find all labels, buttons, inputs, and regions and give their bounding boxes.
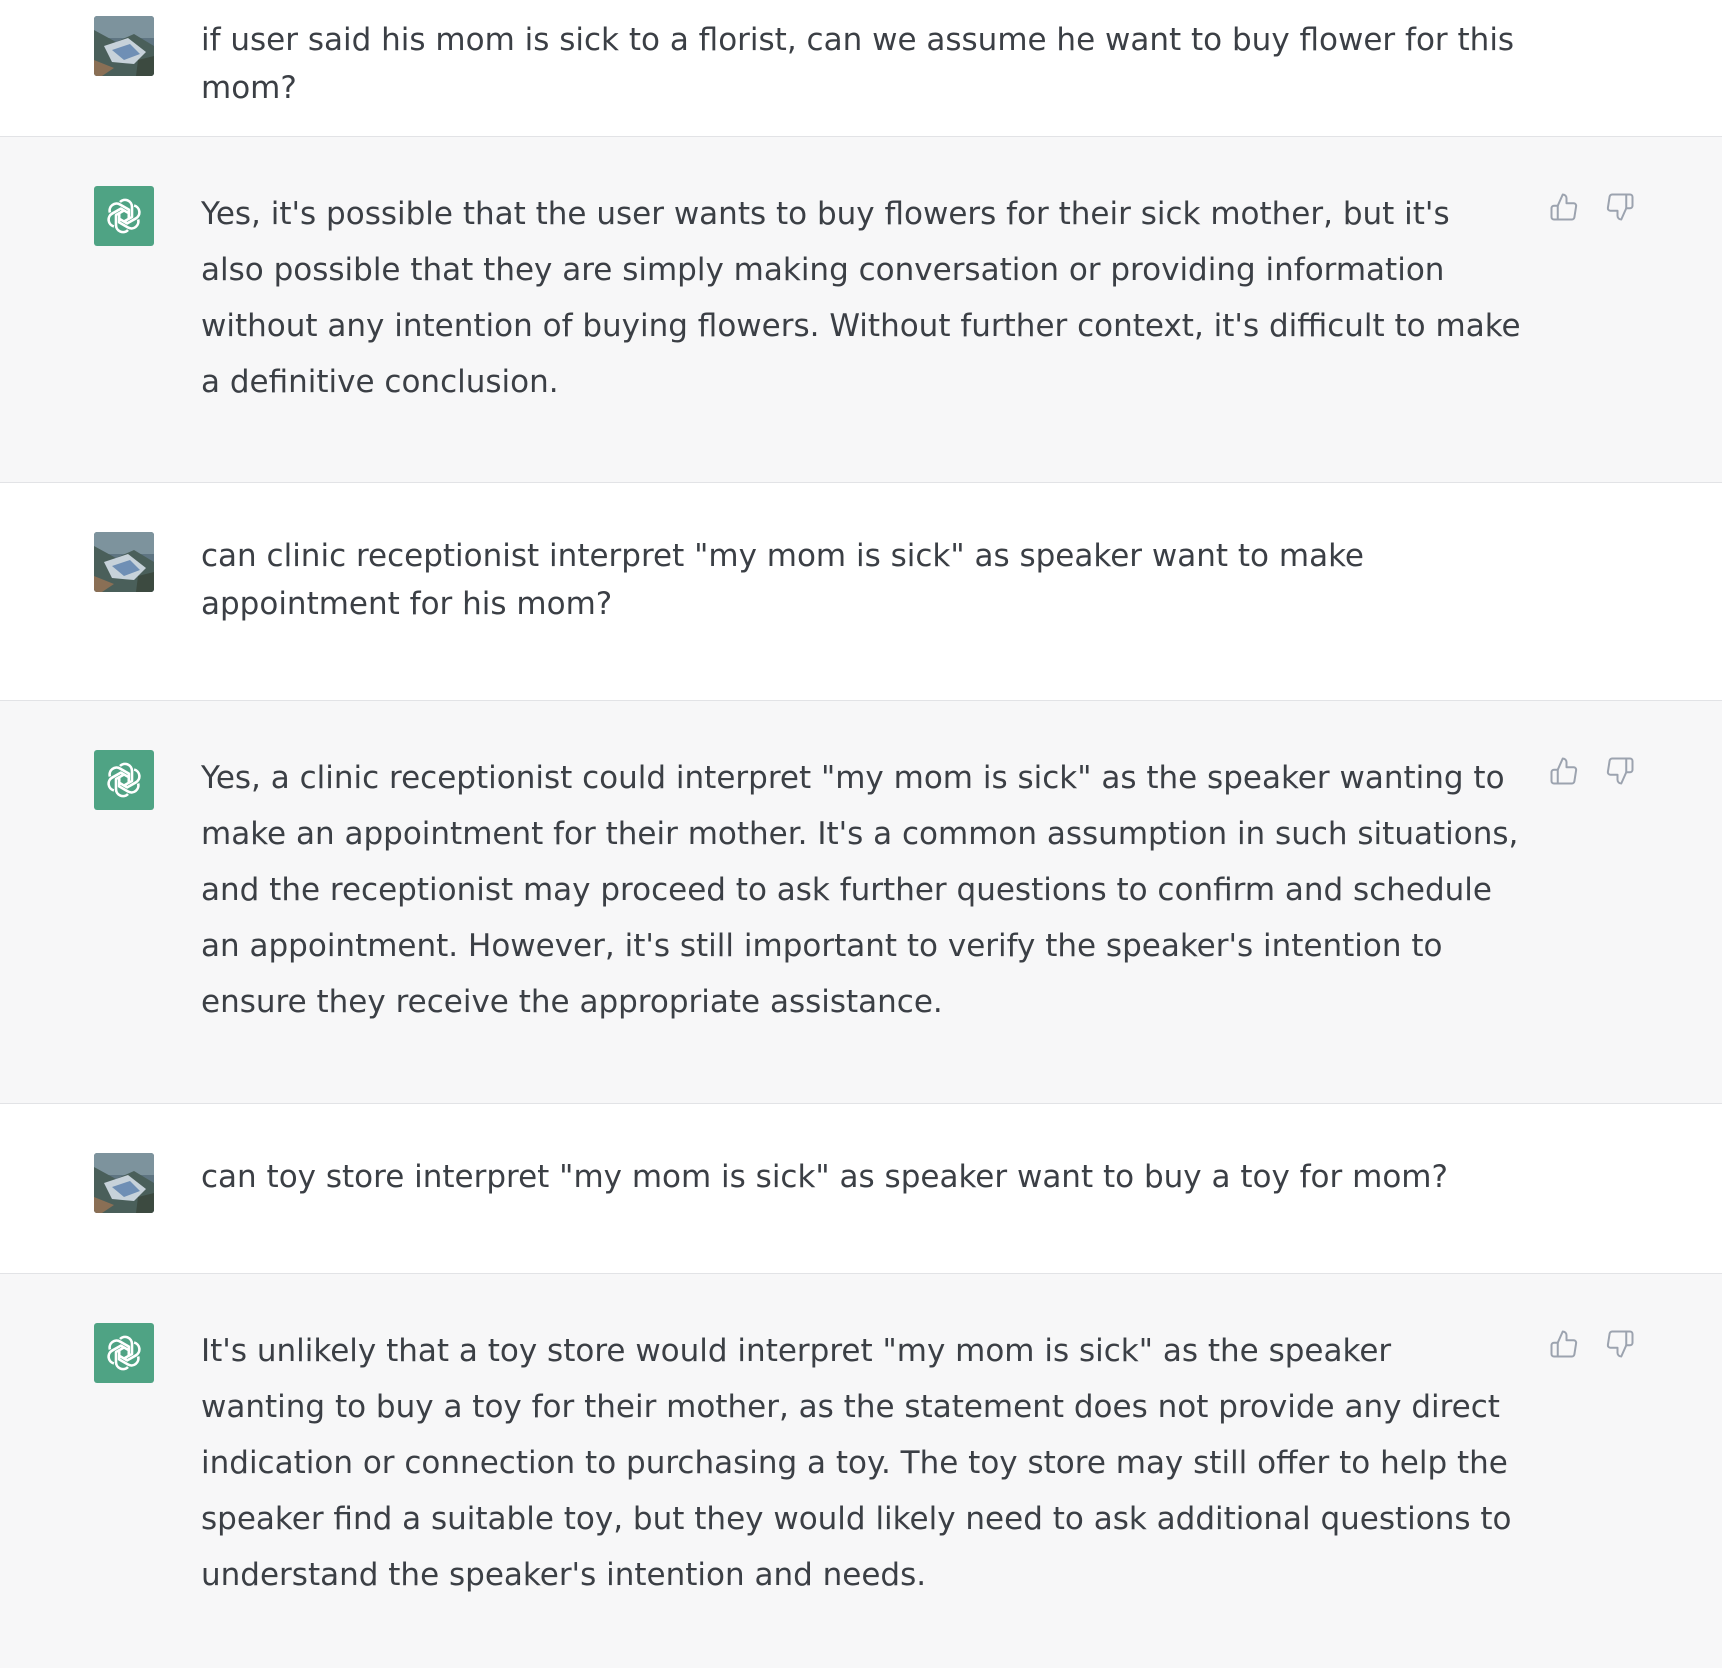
thumbs-up-button[interactable]: [1548, 1328, 1580, 1360]
thumbs-up-button[interactable]: [1548, 755, 1580, 787]
thumbs-up-icon: [1550, 193, 1578, 221]
chat-thread: if user said his mom is sick to a floris…: [0, 0, 1722, 1668]
user-avatar: [94, 1153, 154, 1213]
user-message-text: if user said his mom is sick to a floris…: [201, 22, 1515, 106]
thumbs-down-button[interactable]: [1604, 191, 1636, 223]
thumbs-up-icon: [1550, 757, 1578, 785]
thumbs-up-icon: [1550, 1330, 1578, 1358]
thumbs-up-button[interactable]: [1548, 191, 1580, 223]
thumbs-down-button[interactable]: [1604, 755, 1636, 787]
feedback-buttons: [1548, 1328, 1636, 1360]
assistant-message: It's unlikely that a toy store would int…: [0, 1274, 1722, 1668]
user-message-text: can toy store interpret "my mom is sick"…: [201, 1159, 1448, 1195]
user-avatar: [94, 16, 154, 76]
user-message-text: can clinic receptionist interpret "my mo…: [201, 538, 1364, 622]
assistant-avatar: [94, 186, 154, 246]
assistant-message: Yes, a clinic receptionist could interpr…: [0, 701, 1722, 1104]
assistant-avatar: [94, 1323, 154, 1383]
feedback-buttons: [1548, 755, 1636, 787]
user-message: can clinic receptionist interpret "my mo…: [0, 483, 1722, 701]
thumbs-down-icon: [1606, 1330, 1634, 1358]
openai-logo-icon: [107, 198, 141, 234]
thumbs-down-icon: [1606, 757, 1634, 785]
assistant-message-text: It's unlikely that a toy store would int…: [201, 1333, 1512, 1593]
user-avatar: [94, 532, 154, 592]
user-message: can toy store interpret "my mom is sick"…: [0, 1104, 1722, 1274]
openai-logo-icon: [107, 1335, 141, 1371]
assistant-message: Yes, it's possible that the user wants t…: [0, 137, 1722, 483]
assistant-message-text: Yes, a clinic receptionist could interpr…: [201, 760, 1519, 1020]
user-message: if user said his mom is sick to a floris…: [0, 0, 1722, 137]
feedback-buttons: [1548, 191, 1636, 223]
assistant-message-text: Yes, it's possible that the user wants t…: [201, 196, 1521, 400]
thumbs-down-icon: [1606, 193, 1634, 221]
openai-logo-icon: [107, 762, 141, 798]
assistant-avatar: [94, 750, 154, 810]
thumbs-down-button[interactable]: [1604, 1328, 1636, 1360]
